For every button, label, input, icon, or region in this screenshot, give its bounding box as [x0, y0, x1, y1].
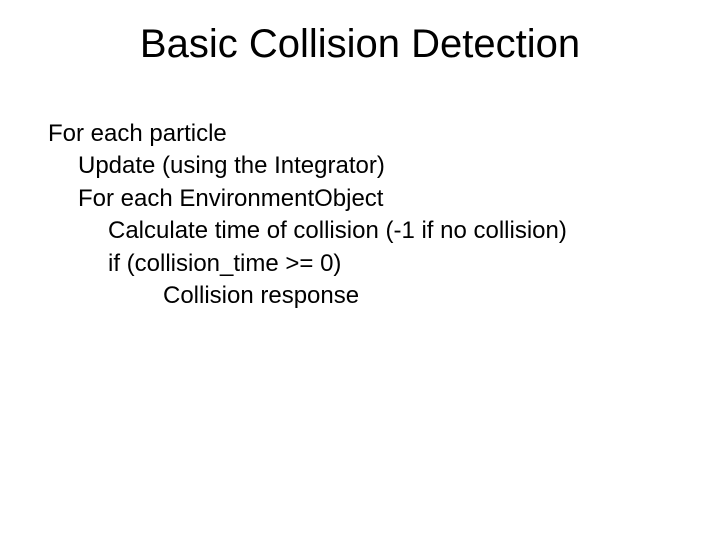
- pseudocode-line: For each particle: [48, 118, 678, 150]
- slide-title: Basic Collision Detection: [0, 22, 720, 67]
- slide-body: For each particle Update (using the Inte…: [48, 118, 678, 312]
- pseudocode-line: Calculate time of collision (-1 if no co…: [108, 215, 678, 247]
- pseudocode-line: Update (using the Integrator): [78, 150, 678, 182]
- pseudocode-line: For each EnvironmentObject: [78, 183, 678, 215]
- pseudocode-line: Collision response: [163, 280, 678, 312]
- pseudocode-line: if (collision_time >= 0): [108, 248, 678, 280]
- slide: Basic Collision Detection For each parti…: [0, 0, 720, 540]
